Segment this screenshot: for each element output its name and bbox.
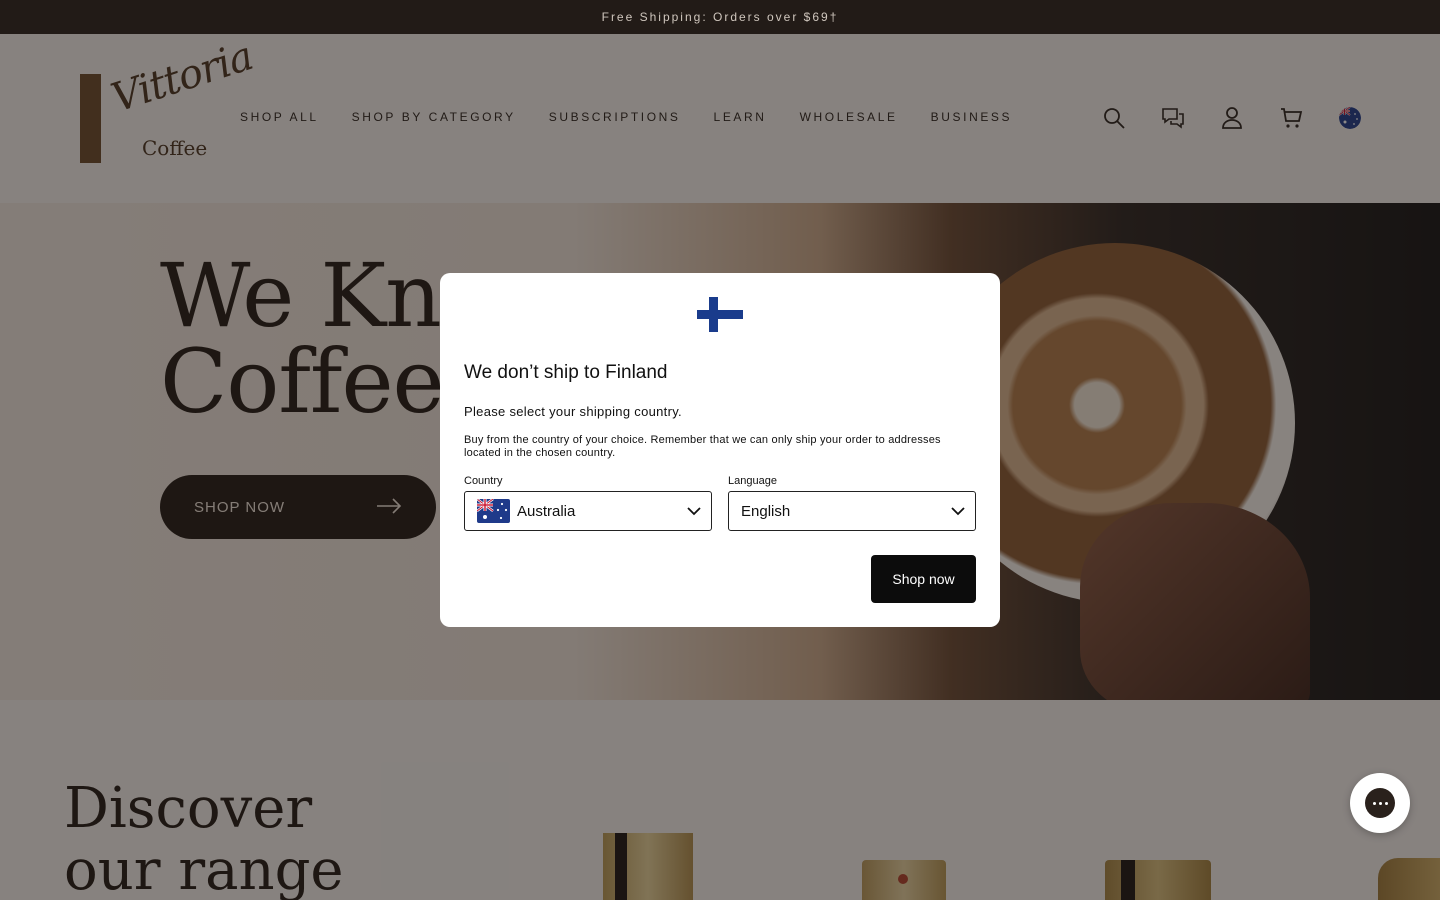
modal-title: We don’t ship to Finland [464, 362, 668, 383]
announcement-text: Free Shipping: Orders over $69† [601, 10, 839, 24]
country-select[interactable]: Australia [464, 491, 712, 531]
country-selector-modal: We don’t ship to Finland Please select y… [440, 273, 1000, 627]
chat-widget-button[interactable] [1350, 773, 1410, 833]
language-select[interactable]: English [728, 491, 976, 531]
modal-subtitle: Please select your shipping country. [464, 404, 682, 419]
country-label: Country [464, 475, 503, 487]
australia-flag-icon [477, 499, 510, 523]
chevron-down-icon [687, 507, 701, 516]
announcement-bar: Free Shipping: Orders over $69† [0, 0, 1440, 34]
finland-flag-icon [697, 297, 743, 332]
modal-shop-now-button[interactable]: Shop now [871, 555, 976, 603]
chevron-down-icon [951, 507, 965, 516]
modal-note: Buy from the country of your choice. Rem… [464, 434, 941, 459]
language-label: Language [728, 475, 777, 487]
language-select-value: English [741, 502, 791, 520]
chat-bubble-icon [1365, 788, 1395, 818]
country-select-value: Australia [517, 502, 576, 520]
